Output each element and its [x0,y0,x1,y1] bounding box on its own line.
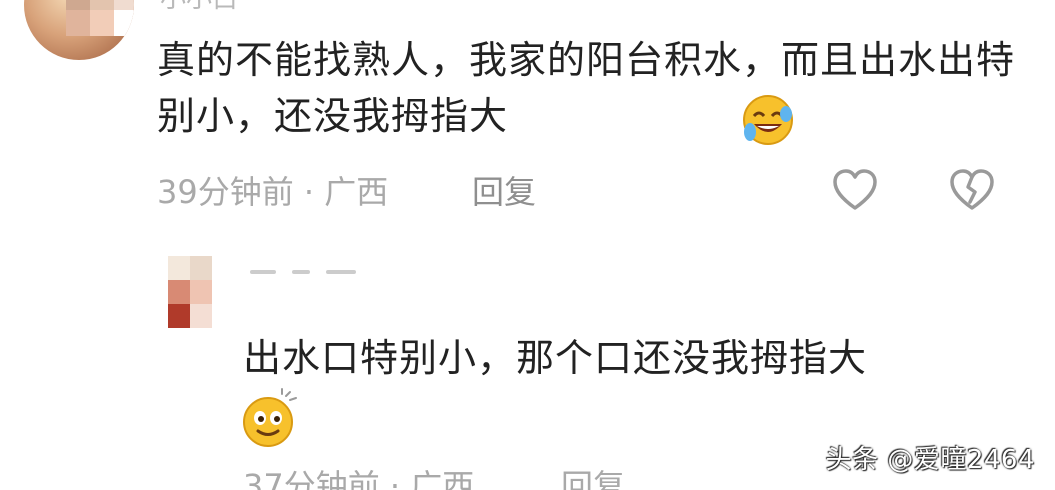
reply-button[interactable]: 回复 [561,466,625,490]
reply-timestamp: 37分钟前 · 广西 [243,467,475,490]
crying-laughing-emoji-icon [743,95,793,145]
reply-author-name-blurred[interactable] [250,270,360,280]
comment-timestamp: 39分钟前 · 广西 [157,173,389,211]
reply-text: 出水口特别小，那个口还没我拇指大 [243,336,868,380]
comment-author-name[interactable]: 小小白 [160,0,280,10]
comment-body: 真的不能找熟人，我家的阳台积水，而且出水出特别小，还没我拇指大 [157,32,1017,144]
avatar-mosaic [168,256,212,328]
heart-outline-icon[interactable] [831,168,879,212]
reply-meta-row: 37分钟前 · 广西 回复 [243,466,663,490]
reply-avatar[interactable] [168,256,212,328]
comment-text: 真的不能找熟人，我家的阳台积水，而且出水出特别小，还没我拇指大 [157,38,1016,138]
broken-heart-icon[interactable] [948,168,996,212]
reply-body: 出水口特别小，那个口还没我拇指大 [243,330,1023,386]
avatar-mosaic [66,0,134,36]
username-label: 小小白 [160,0,280,10]
watermark: 头条 @爱曈2464 [825,445,1035,475]
avatar[interactable] [24,0,134,60]
reply-button[interactable]: 回复 [472,172,536,212]
smiling-emoji-icon [243,388,297,447]
comment-thread: 小小白 真的不能找熟人，我家的阳台积水，而且出水出特别小，还没我拇指大 39分钟… [0,0,1055,490]
